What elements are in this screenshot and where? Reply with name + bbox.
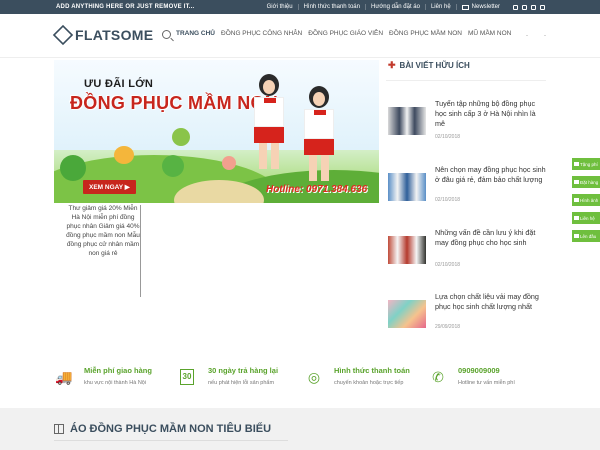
post-title[interactable]: Nên chọn may đồng phục học sinh ở đâu gi… bbox=[435, 165, 547, 185]
hero-banner[interactable]: ƯU ĐÃI LỚN ĐỒNG PHỤC MẦM NON XEM NGAY Ho… bbox=[54, 60, 379, 203]
sidebar-title-text: BÀI VIẾT HỮU ÍCH bbox=[399, 61, 470, 70]
feature-subtitle: khu vực nội thành Hà Nội bbox=[84, 380, 147, 386]
post-thumbnail[interactable] bbox=[388, 107, 426, 135]
float-button[interactable]: Tặng phí bbox=[572, 158, 600, 170]
logo[interactable]: FLATSOME bbox=[52, 24, 154, 46]
post-thumbnail[interactable] bbox=[388, 300, 426, 328]
newsletter-label: Newsletter bbox=[471, 4, 500, 10]
feature-title: 30 ngày trả hàng lại bbox=[208, 366, 279, 375]
money-icon: ◎ bbox=[307, 369, 321, 385]
gift-icon bbox=[574, 162, 579, 166]
nav-mu-mam-non[interactable]: MŨ MẦM NON bbox=[468, 30, 511, 37]
post-date: 29/09/2018 bbox=[435, 324, 461, 330]
truck-icon: 🚚 bbox=[55, 369, 73, 385]
twitter-icon[interactable] bbox=[531, 4, 536, 10]
header: FLATSOME TRANG CHỦ ĐỒNG PHỤC CÔNG NHÂN Đ… bbox=[0, 14, 600, 58]
top-link-lien-he[interactable]: Liên hệ bbox=[424, 4, 456, 10]
facebook-icon[interactable] bbox=[513, 4, 518, 10]
phone-icon: ✆ bbox=[432, 369, 444, 385]
feature-title: 0909009009 bbox=[458, 366, 500, 375]
top-bar: ADD ANYTHING HERE OR JUST REMOVE IT... G… bbox=[0, 0, 600, 14]
nav-dong-phuc-mam-non[interactable]: ĐỒNG PHỤC MẦM NON bbox=[389, 30, 462, 37]
top-link-gioi-thieu[interactable]: Giới thiệu bbox=[262, 4, 298, 10]
feature-subtitle: nếu phát hiện lỗi sản phẩm bbox=[208, 380, 275, 386]
section-title: ÁO ĐỒNG PHỤC MẦM NON TIÊU BIỂU bbox=[54, 423, 271, 435]
post-title[interactable]: Lựa chọn chất liệu vải may đồng phục học… bbox=[435, 292, 547, 312]
social-icons bbox=[513, 4, 545, 10]
envelope-icon bbox=[461, 4, 469, 10]
header-account-link[interactable]: - bbox=[526, 33, 528, 39]
phone-icon bbox=[574, 216, 579, 220]
gift-icon: ✚ bbox=[388, 60, 396, 70]
tree-illustration bbox=[162, 155, 184, 177]
feature-title: Miễn phí giao hàng bbox=[84, 366, 152, 375]
sidebar-divider bbox=[386, 80, 546, 81]
post-item[interactable]: Nên chọn may đồng phục học sinh ở đâu gi… bbox=[388, 165, 548, 221]
header-cart-link[interactable]: - bbox=[544, 33, 546, 39]
boy-illustration bbox=[304, 86, 334, 181]
feature-subtitle: Hotline tư vấn miễn phí bbox=[458, 380, 515, 386]
frog-illustration bbox=[172, 128, 190, 146]
nav-trang-chu[interactable]: TRANG CHỦ bbox=[176, 30, 215, 37]
banner-cta-button[interactable]: XEM NGAY bbox=[83, 180, 136, 194]
banner-headline: ƯU ĐÃI LỚN bbox=[84, 78, 154, 90]
post-date: 02/10/2018 bbox=[435, 262, 461, 268]
top-link-thanh-toan[interactable]: Hình thức thanh toán bbox=[297, 4, 365, 10]
instagram-icon[interactable] bbox=[522, 4, 527, 10]
nav-dong-phuc-cong-nhan[interactable]: ĐỒNG PHỤC CÔNG NHÂN bbox=[221, 30, 302, 37]
banner-title: ĐỒNG PHỤC MẦM NON bbox=[70, 93, 279, 113]
sidebar-title: ✚ BÀI VIẾT HỮU ÍCH bbox=[388, 60, 470, 71]
logo-mark-icon bbox=[52, 24, 74, 46]
post-title[interactable]: Tuyển tập những bộ đồng phục học sinh cấ… bbox=[435, 99, 547, 129]
image-icon bbox=[574, 198, 579, 202]
logo-text: FLATSOME bbox=[75, 27, 154, 43]
post-item[interactable]: Tuyển tập những bộ đồng phục học sinh cấ… bbox=[388, 99, 548, 155]
search-icon[interactable] bbox=[162, 30, 171, 39]
section-divider bbox=[54, 440, 288, 441]
main-nav: TRANG CHỦ ĐỒNG PHỤC CÔNG NHÂN ĐỒNG PHỤC … bbox=[176, 30, 511, 37]
girl-illustration bbox=[254, 74, 284, 169]
top-bar-links: Giới thiệu Hình thức thanh toán Hướng dẫ… bbox=[262, 0, 545, 14]
float-button[interactable]: Lên đầu bbox=[572, 230, 600, 242]
calendar-30-icon: 30 bbox=[180, 369, 194, 385]
banner-hotline: Hotline: 0971.384.636 bbox=[266, 184, 368, 195]
arrow-up-icon bbox=[574, 234, 579, 238]
lion-illustration bbox=[114, 146, 134, 164]
post-item[interactable]: Những vấn đề cần lưu ý khi đặt may đồng … bbox=[388, 228, 548, 284]
slider-divider bbox=[140, 205, 141, 297]
post-title[interactable]: Những vấn đề cần lưu ý khi đặt may đồng … bbox=[435, 228, 547, 248]
post-date: 02/10/2018 bbox=[435, 197, 461, 203]
section-title-text: ÁO ĐỒNG PHỤC MẦM NON TIÊU BIỂU bbox=[70, 423, 272, 435]
post-item[interactable]: Lựa chọn chất liệu vải may đồng phục học… bbox=[388, 292, 548, 348]
feature-subtitle: chuyển khoản hoặc trực tiếp bbox=[334, 380, 404, 386]
cart-icon bbox=[574, 180, 579, 184]
top-link-huong-dan[interactable]: Hướng dẫn đặt áo bbox=[364, 4, 425, 10]
float-button[interactable]: Liên hệ bbox=[572, 212, 600, 224]
newsletter-link[interactable]: Newsletter bbox=[455, 4, 505, 10]
top-bar-promo: ADD ANYTHING HERE OR JUST REMOVE IT... bbox=[56, 4, 195, 10]
post-thumbnail[interactable] bbox=[388, 236, 426, 264]
tree-illustration bbox=[60, 155, 86, 181]
email-icon[interactable] bbox=[540, 4, 545, 10]
animal-illustration bbox=[222, 156, 236, 170]
feature-title: Hình thức thanh toán bbox=[334, 366, 410, 375]
gift-icon bbox=[54, 424, 64, 434]
slider-captions: Thư giảm giá 20% Miễn Hà Nội miễn phí đồ… bbox=[66, 205, 140, 257]
floating-buttons: Tặng phí Đặt hàng Hình ảnh Liên hệ Lên đ… bbox=[572, 158, 600, 248]
features-row: 🚚 Miễn phí giao hàng khu vực nội thành H… bbox=[54, 361, 549, 397]
float-button[interactable]: Hình ảnh bbox=[572, 194, 600, 206]
post-date: 02/10/2018 bbox=[435, 134, 461, 140]
nav-dong-phuc-giao-vien[interactable]: ĐỒNG PHỤC GIÁO VIÊN bbox=[308, 30, 383, 37]
post-thumbnail[interactable] bbox=[388, 173, 426, 201]
float-button[interactable]: Đặt hàng bbox=[572, 176, 600, 188]
